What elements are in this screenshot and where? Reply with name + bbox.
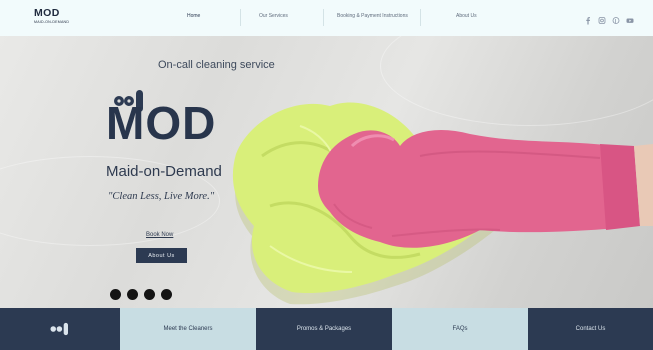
tile-meet-the-cleaners[interactable]: Meet the Cleaners <box>120 308 256 350</box>
bottom-nav-tiles: Meet the Cleaners Promos & Packages FAQs… <box>0 308 653 350</box>
mod-logo-icon <box>50 322 68 336</box>
brand-name: MOD <box>34 7 60 19</box>
tile-promos-packages[interactable]: Promos & Packages <box>256 308 392 350</box>
top-navbar: MOD MAID-ON-DEMAND Home Our Services Boo… <box>0 0 653 36</box>
tile-contact-us[interactable]: Contact Us <box>528 308 653 350</box>
nav-divider <box>420 9 421 26</box>
tile-label: Meet the Cleaners <box>163 326 213 332</box>
tile-faqs[interactable]: FAQs <box>392 308 528 350</box>
header-social-links <box>584 12 634 25</box>
nav-about-us[interactable]: About Us <box>456 13 477 19</box>
nav-home[interactable]: Home <box>187 13 200 19</box>
hero-section: On-call cleaning service MOD Maid-on-Dem… <box>0 36 653 308</box>
brand-logo[interactable]: MOD MAID-ON-DEMAND <box>34 7 70 25</box>
mail-icon[interactable] <box>144 289 155 300</box>
nav-our-services[interactable]: Our Services <box>259 13 288 19</box>
hero-quote: "Clean Less, Live More." <box>108 191 215 202</box>
hero-subtitle: Maid-on-Demand <box>106 163 222 180</box>
hero-cleaning-photo <box>232 102 653 305</box>
facebook-icon[interactable] <box>110 289 121 300</box>
twitter-icon[interactable] <box>127 289 138 300</box>
nav-booking-payment[interactable]: Booking & Payment Instructions <box>337 13 408 19</box>
nav-divider <box>240 9 241 26</box>
hero-tagline: On-call cleaning service <box>158 59 275 71</box>
facebook-icon[interactable] <box>584 12 592 25</box>
youtube-icon[interactable] <box>626 12 634 23</box>
brand-subtitle: MAID-ON-DEMAND <box>34 20 70 24</box>
instagram-icon[interactable] <box>598 12 606 24</box>
about-us-button[interactable]: About Us <box>136 248 187 263</box>
tile-logo[interactable] <box>0 308 120 350</box>
instagram-icon[interactable] <box>161 289 172 300</box>
tile-label: Promos & Packages <box>296 326 352 332</box>
hero-social-links <box>110 289 172 300</box>
pinterest-icon[interactable] <box>612 12 620 24</box>
hero-title: MOD <box>106 97 217 149</box>
tile-label: Contact Us <box>575 326 606 332</box>
tile-label: FAQs <box>452 326 468 332</box>
nav-divider <box>323 9 324 26</box>
book-now-link[interactable]: Book Now <box>146 232 173 238</box>
